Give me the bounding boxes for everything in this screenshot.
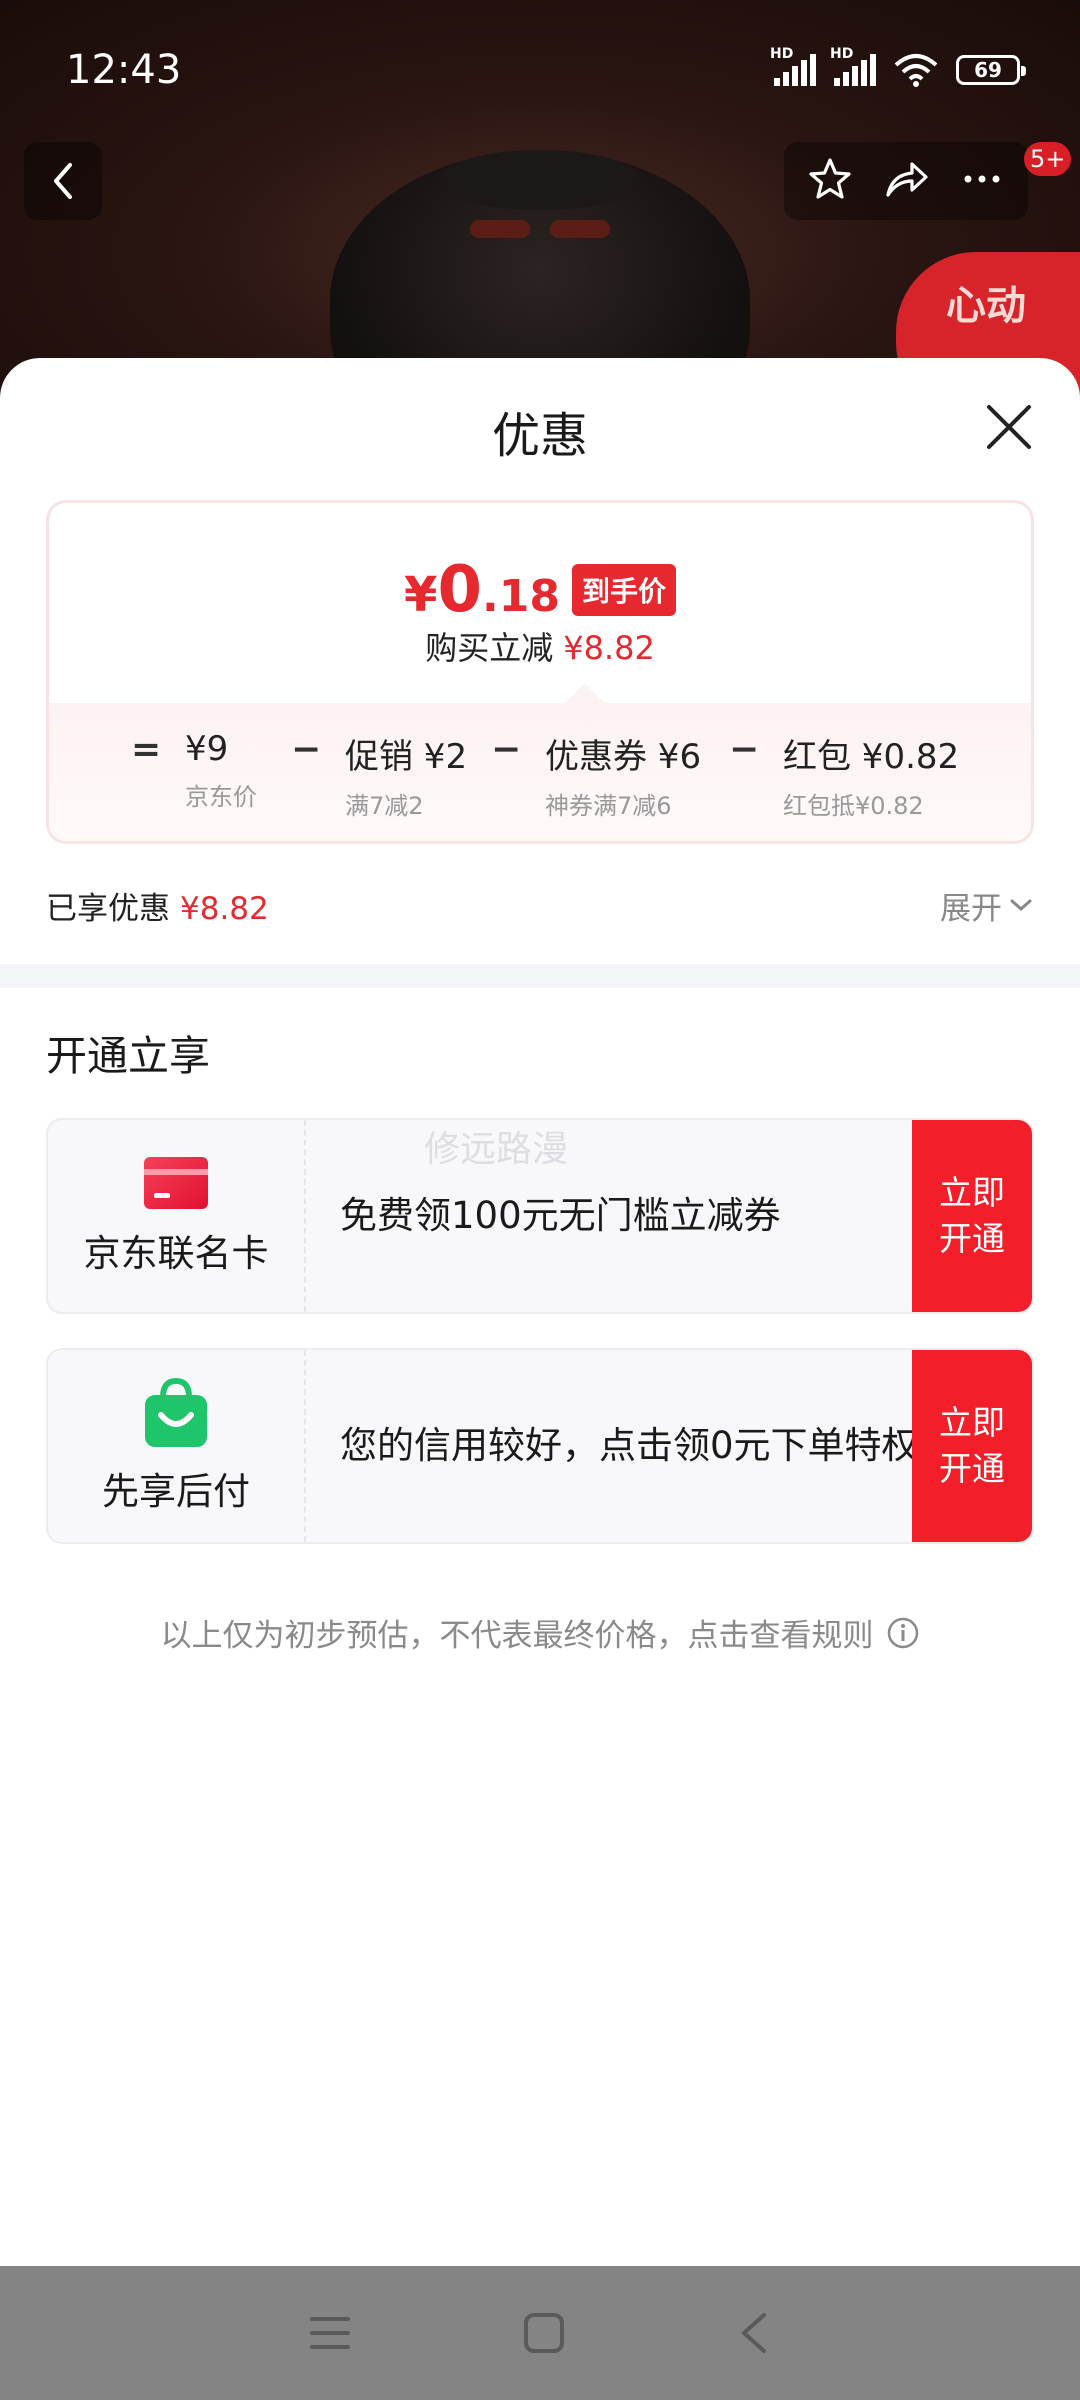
network-label: HD xyxy=(770,46,794,62)
top-action-group xyxy=(784,142,1028,220)
offer-brand: 京东联名卡 xyxy=(48,1120,306,1312)
network-label: HD xyxy=(830,46,854,62)
breakdown-row: = ¥9 京东价 − 促销 ¥2 满7减2 − 优惠券 ¥6 神券满7减6 − … xyxy=(49,703,1031,841)
final-price-currency: ¥ xyxy=(404,567,438,623)
status-icons: HD HD 69 xyxy=(770,46,1026,87)
breakdown-item-promotion: 促销 ¥2 满7减2 xyxy=(345,729,467,821)
activate-button-label: 立即 开通 xyxy=(939,1173,1005,1258)
final-price: ¥ 0 .18 到手价 xyxy=(49,553,1031,627)
page: 12:43 HD HD 69 5+ 心动 优惠 ¥ 0 .18 到手价 购买立减… xyxy=(0,0,1080,2400)
instant-discount-value: ¥8.82 xyxy=(563,629,655,667)
breakdown-item-red-packet: 红包 ¥0.82 红包抵¥0.82 xyxy=(783,729,959,821)
product-pot-detail xyxy=(550,220,610,238)
section-title: 开通立享 xyxy=(46,1032,210,1080)
expand-button[interactable]: 展开 xyxy=(940,883,1034,928)
signal-icon: HD xyxy=(830,46,876,86)
sheet-title: 优惠 xyxy=(491,408,588,464)
signal-icon: HD xyxy=(770,46,816,86)
breakdown-item-base-price: ¥9 京东价 xyxy=(185,729,257,812)
breakdown-main: ¥9 xyxy=(185,729,229,769)
battery-level: 69 xyxy=(974,58,1002,82)
breakdown-main: 优惠券 ¥6 xyxy=(545,737,702,777)
instant-discount-row: 购买立减 ¥8.82 xyxy=(49,623,1031,669)
info-icon xyxy=(887,1617,918,1648)
breakdown-sub: 红包抵¥0.82 xyxy=(783,792,924,820)
message-count-badge: 5+ xyxy=(1024,142,1072,176)
activate-button[interactable]: 立即 开通 xyxy=(912,1350,1032,1542)
section-divider xyxy=(0,964,1080,988)
star-icon xyxy=(809,158,851,199)
battery-icon: 69 xyxy=(956,55,1026,85)
final-price-integer: 0 xyxy=(437,553,482,627)
chevron-down-icon xyxy=(1010,899,1032,912)
discount-sheet: 优惠 ¥ 0 .18 到手价 购买立减 ¥8.82 = ¥9 京东价 − 促销 … xyxy=(0,358,1080,2266)
status-bar: 12:43 HD HD 69 xyxy=(0,0,1080,140)
rules-disclaimer[interactable]: 以上仅为初步预估，不代表最终价格，点击查看规则 xyxy=(0,1610,1080,1655)
minus-operator: − xyxy=(491,729,522,770)
credit-card-icon xyxy=(144,1157,208,1209)
close-button[interactable] xyxy=(978,396,1040,458)
equals-operator: = xyxy=(131,729,162,770)
share-button[interactable] xyxy=(882,155,930,207)
breakdown-sub: 京东价 xyxy=(185,783,257,811)
instant-discount-label: 购买立减 xyxy=(425,629,554,667)
offer-description: 您的信用较好，点击领0元下单特权 xyxy=(340,1424,919,1467)
wifi-icon xyxy=(894,54,938,87)
final-price-tag: 到手价 xyxy=(571,564,676,616)
close-icon xyxy=(987,405,1031,449)
breakdown-main: 促销 ¥2 xyxy=(345,737,468,777)
enjoyed-value: ¥8.82 xyxy=(180,890,269,927)
breakdown-sub: 神券满7减6 xyxy=(545,792,672,820)
back-triangle-icon[interactable] xyxy=(736,2311,772,2355)
product-pot-lid xyxy=(440,150,640,210)
more-dots-icon xyxy=(964,175,1000,183)
system-nav-bar xyxy=(0,2266,1080,2400)
enjoyed-discount-row: 已享优惠 ¥8.82 展开 xyxy=(46,870,1034,940)
enjoyed-discount: 已享优惠 ¥8.82 xyxy=(46,883,269,928)
breakdown-main: 红包 ¥0.82 xyxy=(783,737,960,777)
minus-operator: − xyxy=(291,729,322,770)
chevron-left-icon xyxy=(54,163,72,199)
offer-brand: 先享后付 xyxy=(48,1350,306,1542)
share-icon xyxy=(886,162,928,197)
offer-card-pay-later[interactable]: 先享后付 您的信用较好，点击领0元下单特权 立即 开通 xyxy=(46,1348,1034,1544)
enjoyed-label: 已享优惠 xyxy=(46,890,170,927)
activate-button-label: 立即 开通 xyxy=(939,1403,1005,1488)
home-square-icon[interactable] xyxy=(522,2311,566,2355)
minus-operator: − xyxy=(729,729,760,770)
favorite-button[interactable] xyxy=(806,155,854,207)
product-pot-detail xyxy=(470,220,530,238)
watermark-text: 修远路漫 xyxy=(424,1129,569,1170)
disclaimer-text: 以上仅为初步预估，不代表最终价格，点击查看规则 xyxy=(160,1618,874,1654)
activate-button[interactable]: 立即 开通 xyxy=(912,1120,1032,1312)
more-button[interactable] xyxy=(958,155,1006,207)
menu-icon[interactable] xyxy=(308,2313,352,2353)
offer-name: 京东联名卡 xyxy=(83,1232,269,1275)
status-time: 12:43 xyxy=(66,47,182,93)
breakdown-sub: 满7减2 xyxy=(345,792,424,820)
price-breakdown-card: ¥ 0 .18 到手价 购买立减 ¥8.82 = ¥9 京东价 − 促销 ¥2 满… xyxy=(46,500,1034,844)
final-price-decimal: .18 xyxy=(481,571,560,622)
shopping-bag-icon xyxy=(145,1377,207,1447)
back-button[interactable] xyxy=(24,142,102,220)
expand-label: 展开 xyxy=(940,890,1002,927)
breakdown-item-coupon: 优惠券 ¥6 神券满7减6 xyxy=(545,729,701,821)
offer-name: 先享后付 xyxy=(102,1470,250,1513)
